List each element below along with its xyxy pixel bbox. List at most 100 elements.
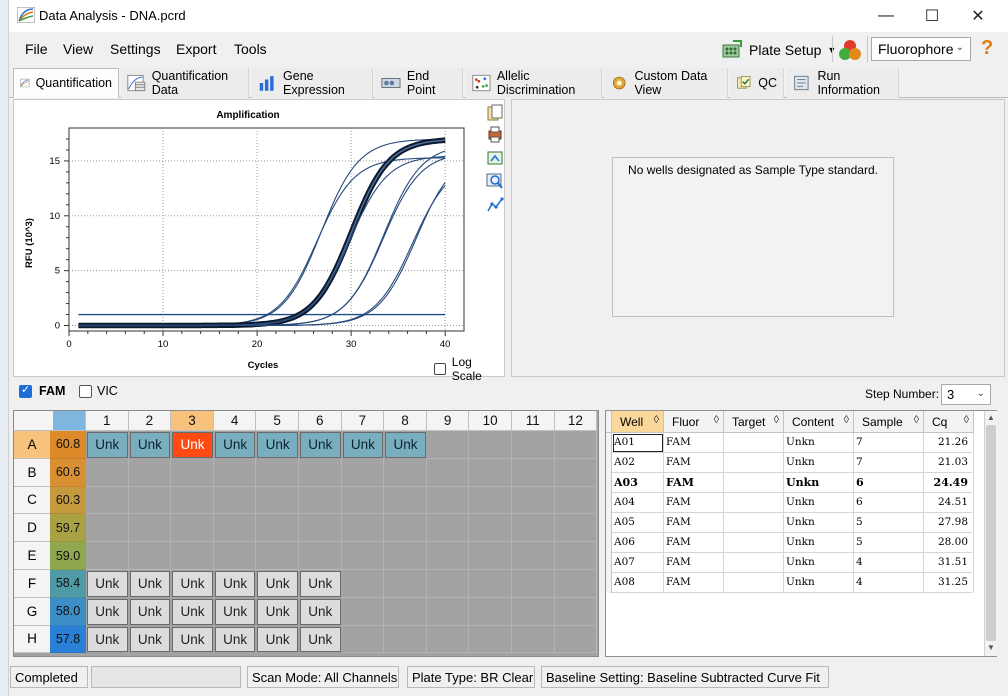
table-cell[interactable] [724, 573, 784, 593]
plate-well-empty[interactable] [512, 431, 555, 459]
results-table[interactable]: Well ◊ Fluor ◊ Target ◊ Content ◊ Sample ◊ Cq ◊ A01… [605, 410, 997, 657]
plate-well-empty[interactable] [469, 431, 512, 459]
step-number-select[interactable]: 3 ⌄ [941, 384, 991, 405]
plate-well-empty[interactable] [299, 486, 342, 515]
table-row[interactable]: A04 FAM Unkn 6 24.51 [606, 493, 974, 513]
plate-column-header[interactable]: 3 [171, 411, 214, 431]
tab-allelic-discrimination[interactable]: Allelic Discrimination [466, 68, 602, 98]
table-cell[interactable]: 7 [854, 453, 924, 473]
plate-well-empty[interactable] [341, 542, 385, 570]
plate-well-empty[interactable] [299, 514, 342, 543]
export-image-icon[interactable] [486, 149, 504, 167]
plate-well[interactable]: Unk [257, 432, 298, 458]
plate-well[interactable]: Unk [257, 598, 298, 625]
table-cell[interactable]: 27.98 [924, 513, 974, 533]
plate-well-empty[interactable] [469, 486, 512, 515]
sort-icon[interactable]: ◊ [964, 414, 969, 426]
vic-checkbox[interactable] [79, 385, 92, 398]
table-cell[interactable]: 21.03 [924, 453, 974, 473]
plate-well-empty[interactable] [171, 458, 214, 487]
plate-well[interactable]: Unk [87, 432, 128, 458]
plate-well-empty[interactable] [426, 625, 470, 654]
table-cell[interactable]: 5 [854, 513, 924, 533]
plate-well-empty[interactable] [512, 458, 555, 487]
table-cell[interactable]: Unkn [784, 553, 854, 573]
minimize-button[interactable]: — [863, 0, 909, 32]
plate-well-empty[interactable] [128, 458, 172, 487]
plate-well-empty[interactable] [469, 458, 512, 487]
plate-column-header[interactable]: 10 [469, 411, 512, 431]
plate-row-header[interactable]: E [14, 542, 50, 570]
plate-well-empty[interactable] [171, 542, 214, 570]
plate-well-empty[interactable] [341, 514, 385, 543]
plate-column-header[interactable]: 9 [426, 411, 470, 431]
plate-well-empty[interactable] [554, 597, 598, 626]
table-cell[interactable]: FAM [664, 473, 724, 493]
table-cell[interactable]: 24.49 [924, 473, 974, 493]
plate-well-empty[interactable] [384, 486, 427, 515]
table-cell[interactable]: Unkn [784, 533, 854, 553]
table-cell[interactable]: Unkn [784, 573, 854, 593]
tab-qc[interactable]: QC [730, 68, 784, 98]
menu-tools[interactable]: Tools [234, 41, 267, 57]
plate-well-empty[interactable] [86, 458, 129, 487]
plate-well-empty[interactable] [128, 542, 172, 570]
plate-well-empty[interactable] [256, 514, 299, 543]
table-row[interactable]: A01 FAM Unkn 7 21.26 [606, 433, 974, 453]
table-cell[interactable]: A07 [612, 553, 664, 573]
tab-custom-data-view[interactable]: Custom Data View [604, 68, 728, 98]
plate-well-empty[interactable] [213, 514, 257, 543]
plate-column-header[interactable]: 5 [256, 411, 299, 431]
plate-well-empty[interactable] [554, 570, 598, 598]
plate-well-empty[interactable] [384, 458, 427, 487]
table-row[interactable]: A02 FAM Unkn 7 21.03 [606, 453, 974, 473]
sort-icon[interactable]: ◊ [714, 414, 719, 426]
plate-well-empty[interactable] [469, 625, 512, 654]
plate-row-header[interactable]: B [14, 458, 50, 487]
table-cell[interactable]: 5 [854, 533, 924, 553]
plate-well-empty[interactable] [426, 570, 470, 598]
sort-icon[interactable]: ◊ [914, 414, 919, 426]
plate-well[interactable]: Unk [172, 571, 213, 597]
table-cell[interactable] [724, 453, 784, 473]
table-cell[interactable] [724, 433, 784, 453]
table-cell[interactable]: 7 [854, 433, 924, 453]
plate-well-empty[interactable] [256, 486, 299, 515]
plate-well-empty[interactable] [554, 431, 598, 459]
plate-well-empty[interactable] [384, 597, 427, 626]
menu-settings[interactable]: Settings [110, 41, 161, 57]
plate-well[interactable]: Unk [342, 432, 384, 458]
table-cell[interactable]: FAM [664, 533, 724, 553]
table-cell[interactable]: FAM [664, 433, 724, 453]
plate-column-header[interactable]: 7 [341, 411, 385, 431]
plate-well-empty[interactable] [554, 486, 598, 515]
table-cell[interactable]: 24.51 [924, 493, 974, 513]
plate-well-empty[interactable] [512, 570, 555, 598]
plate-well[interactable]: Unk [257, 571, 298, 597]
plate-well-empty[interactable] [512, 625, 555, 654]
table-cell[interactable]: Unkn [784, 453, 854, 473]
plate-well-empty[interactable] [554, 542, 598, 570]
plate-well[interactable]: Unk [172, 626, 213, 653]
plate-well[interactable]: Unk [129, 571, 171, 597]
menu-export[interactable]: Export [176, 41, 216, 57]
table-cell[interactable]: A05 [612, 513, 664, 533]
plate-well-empty[interactable] [512, 542, 555, 570]
table-cell[interactable] [724, 533, 784, 553]
tab-quantification-data[interactable]: Quantification Data [121, 68, 249, 98]
table-cell[interactable]: 4 [854, 553, 924, 573]
plate-well-empty[interactable] [469, 542, 512, 570]
plate-row-header[interactable]: D [14, 514, 50, 543]
plate-well-empty[interactable] [512, 486, 555, 515]
menu-view[interactable]: View [63, 41, 93, 57]
plate-column-header[interactable]: 11 [512, 411, 555, 431]
plate-row-header[interactable]: C [14, 486, 50, 515]
plate-column-header[interactable]: 8 [384, 411, 427, 431]
plate-well[interactable]: Unk [300, 432, 341, 458]
plate-well[interactable]: Unk [257, 626, 298, 653]
plate-well-empty[interactable] [341, 458, 385, 487]
plate-well-empty[interactable] [554, 625, 598, 654]
plate-well-empty[interactable] [512, 597, 555, 626]
plate-well-empty[interactable] [299, 542, 342, 570]
table-cell[interactable]: 6 [854, 493, 924, 513]
